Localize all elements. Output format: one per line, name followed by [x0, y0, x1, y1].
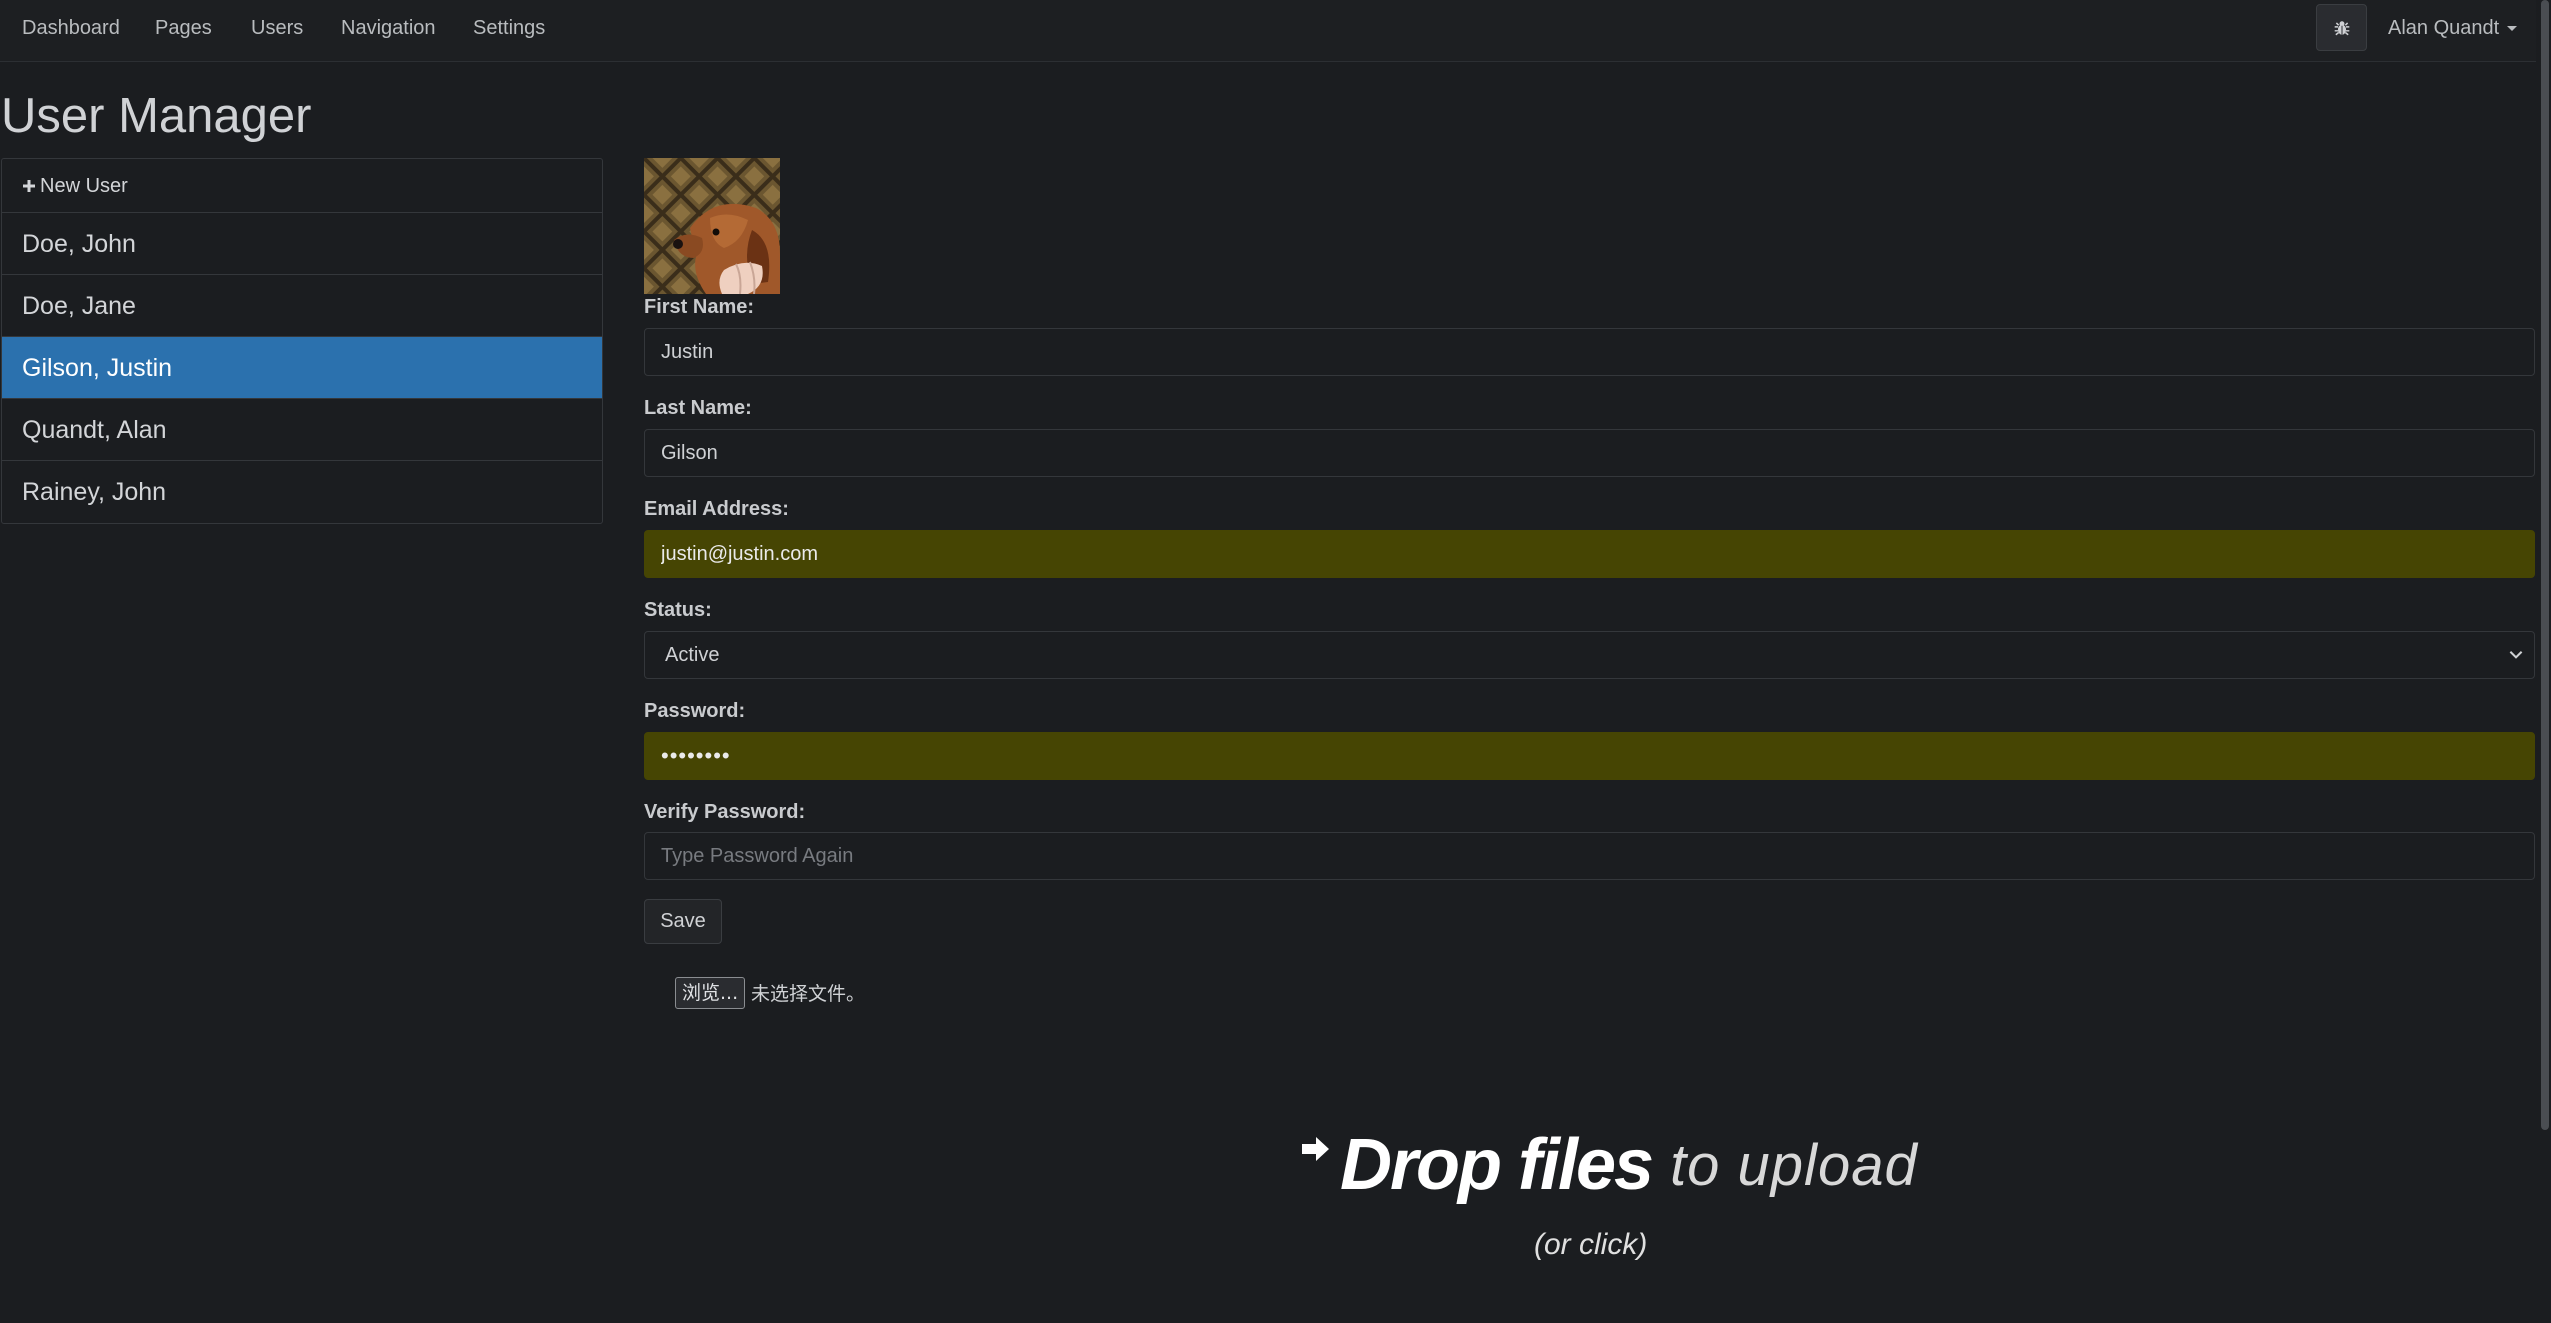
last-name-input[interactable]: [644, 429, 2535, 477]
user-avatar: [644, 158, 780, 294]
verify-password-input[interactable]: [644, 832, 2535, 880]
user-item-rainey-john[interactable]: Rainey, John: [2, 461, 602, 523]
verify-password-label: Verify Password:: [644, 801, 806, 823]
drop-message-sub: (or click): [1534, 1228, 1648, 1261]
user-item-quandt-alan[interactable]: Quandt, Alan: [2, 399, 602, 461]
no-file-text: 未选择文件。: [751, 983, 866, 1005]
browse-button[interactable]: 浏览...: [675, 977, 746, 1009]
user-item-doe-john[interactable]: Doe, John: [2, 213, 602, 275]
user-item-doe-jane[interactable]: Doe, Jane: [2, 275, 602, 337]
nav-pages[interactable]: Pages: [155, 0, 212, 57]
scrollbar-thumb[interactable]: [2541, 0, 2549, 1130]
first-name-input[interactable]: [644, 328, 2535, 376]
bug-icon: [2334, 20, 2349, 35]
user-menu[interactable]: Alan Quandt: [2388, 0, 2518, 57]
password-label: Password:: [644, 700, 746, 722]
page-title: User Manager: [1, 89, 312, 143]
drop-message-light: to upload: [1670, 1132, 1918, 1198]
nav-navigation[interactable]: Navigation: [341, 0, 436, 57]
plus-icon: [22, 159, 36, 213]
nav-settings[interactable]: Settings: [473, 0, 545, 57]
status-label: Status:: [644, 599, 712, 621]
file-dropzone[interactable]: 浏览... 未选择文件。 Drop files to upload (or cli…: [644, 964, 2535, 1323]
arrow-right-icon: [1302, 1137, 1329, 1161]
debug-button[interactable]: [2316, 4, 2367, 51]
save-button[interactable]: Save: [644, 899, 722, 944]
top-navbar: Dashboard Pages Users Navigation Setting…: [0, 0, 2536, 62]
email-label: Email Address:: [644, 498, 789, 520]
page-scrollbar[interactable]: [2538, 0, 2551, 1323]
chevron-down-icon: [2509, 651, 2523, 659]
new-user-label: New User: [40, 175, 128, 197]
nav-dashboard[interactable]: Dashboard: [22, 0, 120, 57]
caret-down-icon: [2507, 26, 2518, 32]
new-user-button[interactable]: New User: [2, 159, 602, 213]
user-menu-name: Alan Quandt: [2388, 17, 2500, 39]
first-name-label: First Name:: [644, 296, 755, 318]
drop-message-strong: Drop files: [1340, 1125, 1654, 1205]
status-select-value: Active: [644, 631, 2535, 679]
last-name-label: Last Name:: [644, 397, 752, 419]
nav-users[interactable]: Users: [251, 0, 303, 57]
email-input[interactable]: [644, 530, 2535, 578]
status-select[interactable]: Active: [644, 631, 2535, 679]
drop-message: Drop files to upload: [1300, 1124, 1918, 1206]
user-item-gilson-justin[interactable]: Gilson, Justin: [2, 337, 602, 399]
user-list: New User Doe, John Doe, Jane Gilson, Jus…: [1, 158, 603, 524]
password-input[interactable]: [644, 732, 2535, 780]
